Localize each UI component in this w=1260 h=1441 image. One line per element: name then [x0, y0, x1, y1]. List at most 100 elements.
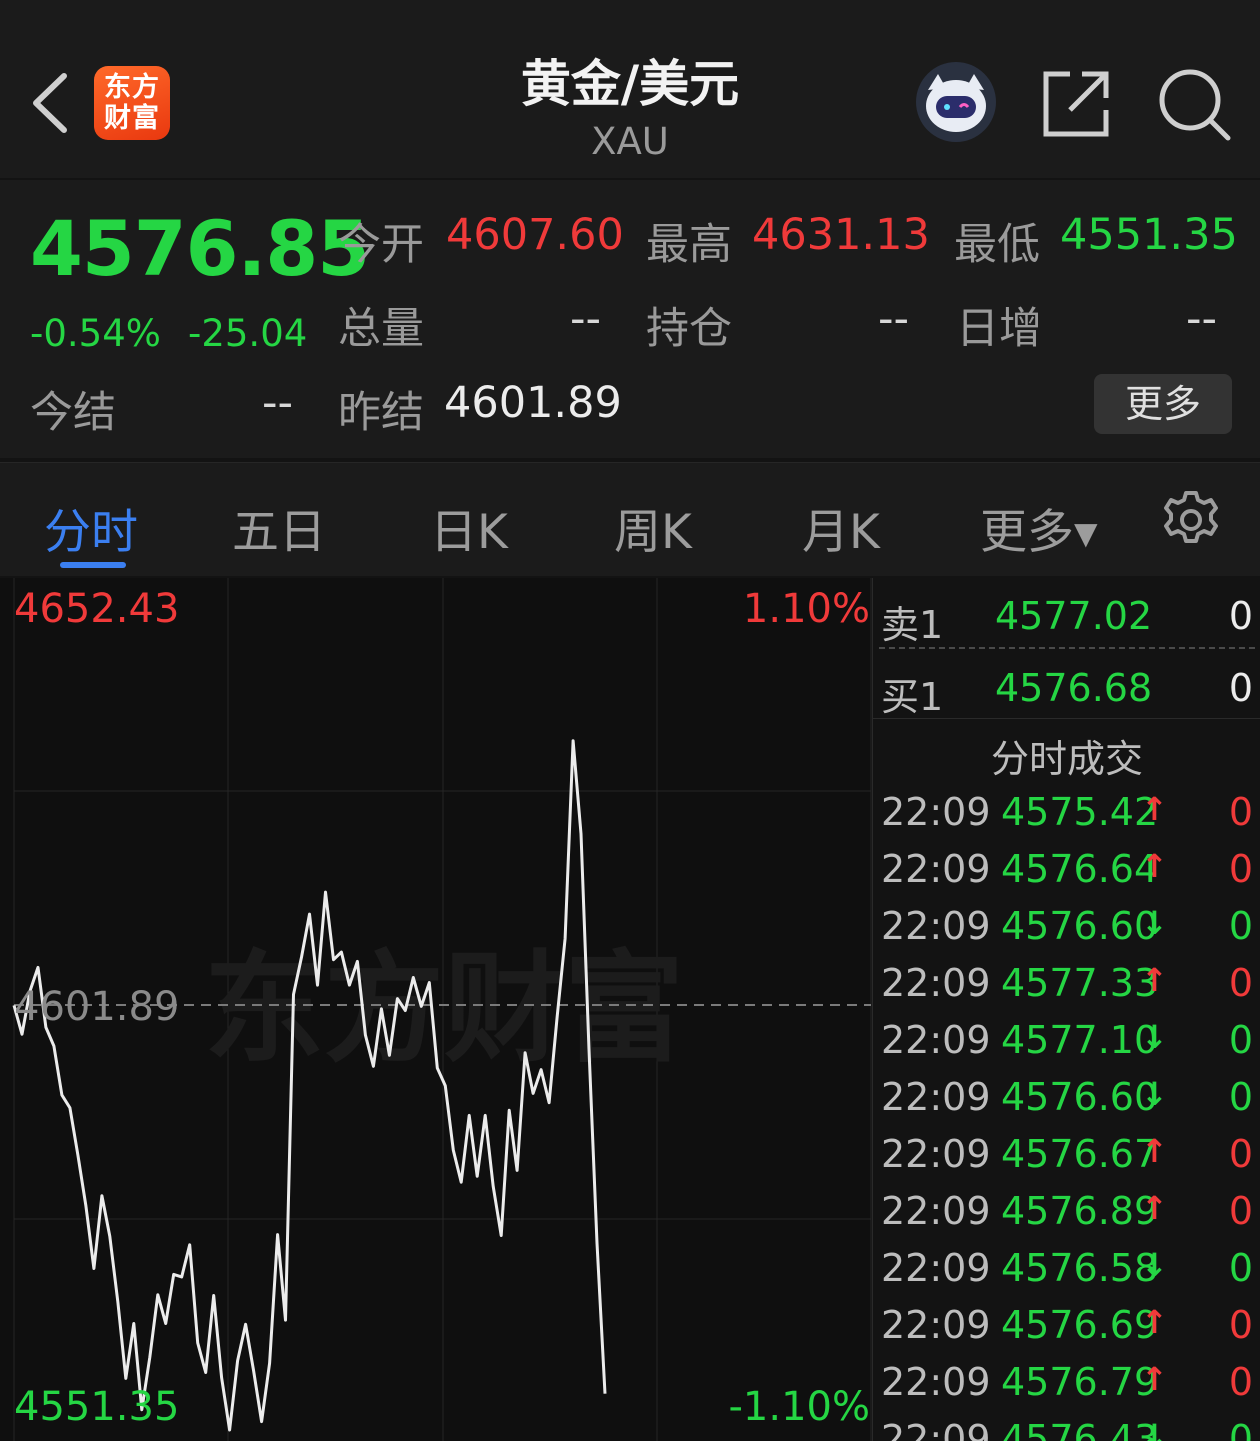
tick-price: 4577.10 — [1001, 1018, 1159, 1062]
tick-volume: 0 — [1228, 1360, 1253, 1404]
daily-increase-value: -- — [1186, 294, 1218, 344]
tick-row: 22:09 4576.79 ↑ 0 — [873, 1360, 1260, 1416]
share-icon[interactable] — [1040, 68, 1112, 140]
high-value: 4631.13 — [752, 210, 930, 260]
position-value: -- — [878, 294, 910, 344]
robot-assistant-icon[interactable] — [914, 60, 998, 144]
tick-volume: 0 — [1228, 1246, 1253, 1290]
section-divider — [873, 718, 1260, 719]
tick-price: 4576.64 — [1001, 847, 1159, 891]
tick-time: 22:09 — [881, 1360, 991, 1404]
quote-panel: 4576.85 -0.54% -25.04 今开 4607.60 最高 4631… — [0, 180, 1260, 458]
arrow-up-icon: ↑ — [1141, 790, 1168, 828]
tick-time: 22:09 — [881, 1018, 991, 1062]
arrow-down-icon: ↓ — [1141, 1018, 1168, 1056]
logo-text-2: 财富 — [104, 103, 160, 134]
tick-volume: 0 — [1228, 1417, 1253, 1441]
tick-volume: 0 — [1228, 1303, 1253, 1347]
tab-five-day[interactable]: 五日 — [232, 493, 326, 562]
order-book-panel: 卖1 4577.02 0 买1 4576.68 0 分时成交 22:09 4575… — [872, 578, 1260, 1441]
ask-label: 卖1 — [881, 603, 944, 647]
tick-time: 22:09 — [881, 1075, 991, 1119]
volume-label: 总量 — [338, 304, 424, 354]
tick-volume: 0 — [1228, 1132, 1253, 1176]
back-arrow-icon[interactable] — [28, 70, 72, 136]
daily-increase-label: 日增 — [956, 304, 1042, 354]
bid-volume: 0 — [1228, 666, 1253, 710]
active-tab-indicator — [60, 562, 126, 568]
arrow-up-icon: ↑ — [1141, 1303, 1168, 1341]
arrow-down-icon: ↓ — [1141, 904, 1168, 942]
tab-weekly-k[interactable]: 周K — [614, 493, 692, 562]
tick-volume: 0 — [1228, 904, 1253, 948]
tick-time: 22:09 — [881, 1132, 991, 1176]
settings-gear-icon[interactable] — [1160, 489, 1222, 551]
tab-more[interactable]: 更多▾ — [980, 493, 1098, 562]
low-value: 4551.35 — [1060, 210, 1238, 260]
tick-row: 22:09 4576.64 ↑ 0 — [873, 847, 1260, 903]
axis-top-price: 4652.43 — [14, 586, 180, 632]
tick-time: 22:09 — [881, 1246, 991, 1290]
tick-row: 22:09 4575.42 ↑ 0 — [873, 790, 1260, 846]
orderbook-divider — [879, 647, 1255, 649]
axis-bottom-percent: -1.10% — [728, 1384, 870, 1430]
tick-volume: 0 — [1228, 1018, 1253, 1062]
volume-value: -- — [570, 294, 602, 344]
tick-row: 22:09 4576.43 ↓ 0 — [873, 1417, 1260, 1441]
axis-top-percent: 1.10% — [742, 586, 870, 632]
tick-time: 22:09 — [881, 1189, 991, 1233]
prev-settle-label: 昨结 — [338, 388, 424, 438]
tick-volume: 0 — [1228, 961, 1253, 1005]
tab-intraday[interactable]: 分时 — [44, 493, 138, 562]
tick-price: 4576.89 — [1001, 1189, 1159, 1233]
ask-row: 卖1 4577.02 0 — [873, 584, 1260, 647]
tick-price: 4576.60 — [1001, 904, 1159, 948]
arrow-up-icon: ↑ — [1141, 961, 1168, 999]
ticks-title: 分时成交 — [990, 737, 1143, 781]
tab-daily-k[interactable]: 日K — [430, 493, 508, 562]
app-logo[interactable]: 东方 财富 — [94, 66, 170, 140]
tick-price: 4576.58 — [1001, 1246, 1159, 1290]
open-value: 4607.60 — [446, 210, 624, 260]
change-amount: -25.04 — [188, 312, 308, 355]
price-series-line — [12, 739, 607, 1432]
tick-time: 22:09 — [881, 790, 991, 834]
arrow-down-icon: ↓ — [1141, 1417, 1168, 1441]
chart-watermark: 东方财富 — [204, 940, 684, 1079]
prev-settle-value: 4601.89 — [444, 378, 622, 428]
arrow-down-icon: ↓ — [1141, 1075, 1168, 1113]
tick-time: 22:09 — [881, 847, 991, 891]
tick-row: 22:09 4576.60 ↓ 0 — [873, 904, 1260, 960]
bid-label: 买1 — [881, 675, 944, 719]
logo-text-1: 东方 — [104, 72, 160, 103]
tick-row: 22:09 4576.89 ↑ 0 — [873, 1189, 1260, 1245]
axis-bottom-price: 4551.35 — [14, 1384, 180, 1430]
arrow-up-icon: ↑ — [1141, 1360, 1168, 1398]
tick-row: 22:09 4577.10 ↓ 0 — [873, 1018, 1260, 1074]
tick-row: 22:09 4576.67 ↑ 0 — [873, 1132, 1260, 1188]
high-label: 最高 — [646, 220, 732, 270]
search-icon[interactable] — [1156, 66, 1232, 142]
tick-volume: 0 — [1228, 1075, 1253, 1119]
more-button[interactable]: 更多 — [1094, 374, 1232, 434]
tick-price: 4576.79 — [1001, 1360, 1159, 1404]
position-label: 持仓 — [646, 304, 732, 354]
last-price: 4576.85 — [30, 204, 370, 293]
ask-volume: 0 — [1228, 594, 1253, 638]
axis-reference-price: 4601.89 — [14, 984, 180, 1030]
tick-price: 4575.42 — [1001, 790, 1159, 834]
tick-price: 4576.60 — [1001, 1075, 1159, 1119]
tick-volume: 0 — [1228, 847, 1253, 891]
change-percent: -0.54% — [30, 312, 161, 355]
arrow-up-icon: ↑ — [1141, 847, 1168, 885]
tick-price: 4576.67 — [1001, 1132, 1159, 1176]
intraday-chart[interactable]: 东方财富 4652.43 1.10% 4601.89 4551.35 -1.10… — [0, 578, 872, 1441]
tick-volume: 0 — [1228, 1189, 1253, 1233]
ask-price: 4577.02 — [995, 594, 1153, 638]
tab-monthly-k[interactable]: 月K — [802, 493, 880, 562]
arrow-up-icon: ↑ — [1141, 1132, 1168, 1170]
low-label: 最低 — [954, 220, 1040, 270]
tick-time: 22:09 — [881, 1303, 991, 1347]
arrow-up-icon: ↑ — [1141, 1189, 1168, 1227]
tick-row: 22:09 4576.69 ↑ 0 — [873, 1303, 1260, 1359]
